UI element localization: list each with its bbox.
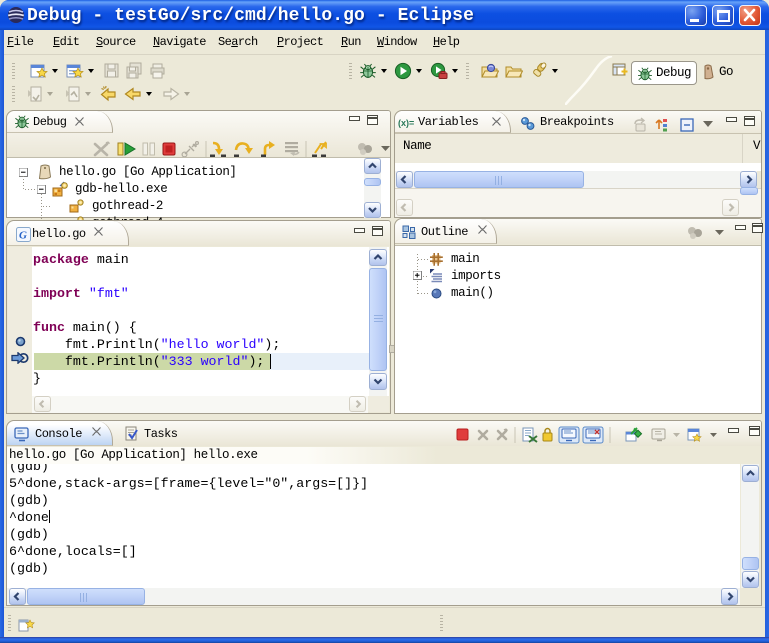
svg-text:(x)=: (x)= (398, 118, 414, 128)
svg-text:G: G (19, 230, 27, 242)
